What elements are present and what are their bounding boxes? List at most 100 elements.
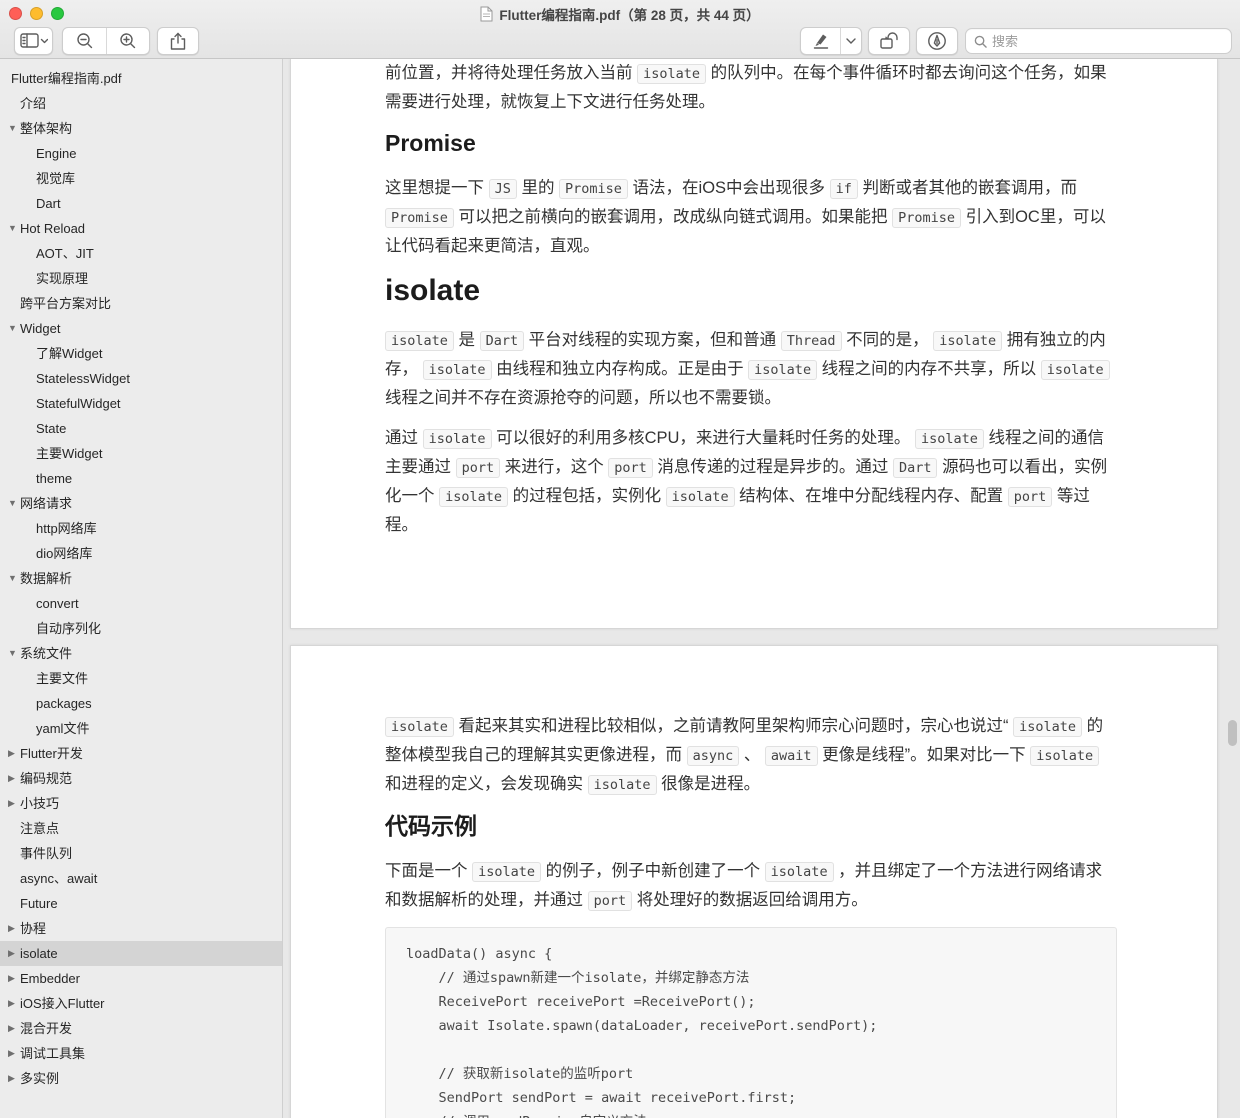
sidebar-item[interactable]: 跨平台方案对比 <box>0 291 282 316</box>
zoom-out-icon <box>76 33 92 49</box>
sidebar-item-label: iOS接入Flutter <box>20 996 105 1011</box>
sidebar-item[interactable]: ▶ 协程 <box>0 916 282 941</box>
sidebar-item[interactable]: ▶ 多实例 <box>0 1066 282 1091</box>
window-title-area: Flutter编程指南.pdf（第 28 页，共 44 页） <box>0 4 1240 24</box>
sidebar-item[interactable]: StatefulWidget <box>0 391 282 416</box>
disclosure-collapsed-icon[interactable]: ▶ <box>8 741 15 766</box>
disclosure-expanded-icon[interactable]: ▼ <box>8 216 17 241</box>
paragraph: 下面是一个 isolate 的例子，例子中新创建了一个 isolate ，并且绑… <box>385 862 1103 911</box>
window-chrome: Flutter编程指南.pdf（第 28 页，共 44 页） <box>0 0 1240 59</box>
section-heading: 代码示例 <box>385 813 477 839</box>
inline-code: Dart <box>479 331 525 351</box>
rotate-left-icon <box>880 31 898 49</box>
inline-code: isolate <box>1030 746 1100 766</box>
paragraph: 前位置，并将待处理任务放入当前 isolate 的队列中。在每个事件循环时都去询… <box>385 64 1107 111</box>
sidebar-item[interactable]: 注意点 <box>0 816 282 841</box>
sidebar-item[interactable]: AOT、JIT <box>0 241 282 266</box>
highlight-dropdown-button[interactable] <box>840 28 861 54</box>
sidebar-item[interactable]: ▼ 网络请求 <box>0 491 282 516</box>
code-block: loadData() async { // 通过spawn新建一个isolate… <box>385 927 1117 1118</box>
inline-code: JS <box>488 179 517 199</box>
chevron-down-icon <box>40 38 48 44</box>
sidebar-item[interactable]: ▶ 混合开发 <box>0 1016 282 1041</box>
zoom-in-button[interactable] <box>106 28 149 54</box>
inline-code: isolate <box>422 360 492 380</box>
sidebar-item[interactable]: Dart <box>0 191 282 216</box>
inline-code: port <box>587 891 633 911</box>
disclosure-collapsed-icon[interactable]: ▶ <box>8 766 15 791</box>
inline-code: isolate <box>1040 360 1110 380</box>
disclosure-expanded-icon[interactable]: ▼ <box>8 316 17 341</box>
sidebar-item[interactable]: ▶ iOS接入Flutter <box>0 991 282 1016</box>
disclosure-collapsed-icon[interactable]: ▶ <box>8 941 15 966</box>
inline-code: isolate <box>748 360 818 380</box>
sidebar-item[interactable]: theme <box>0 466 282 491</box>
window-title: Flutter编程指南.pdf（第 28 页，共 44 页） <box>499 8 760 23</box>
sidebar-item-selected[interactable]: ▶ isolate <box>0 941 282 966</box>
sidebar-item-label: theme <box>36 471 73 486</box>
sidebar-item[interactable]: http网络库 <box>0 516 282 541</box>
sidebar-item[interactable]: ▶ Flutter开发 <box>0 741 282 766</box>
sidebar-item-label: State <box>36 421 67 436</box>
sidebar-item-label: 自动序列化 <box>36 621 102 636</box>
rotate-left-button[interactable] <box>868 27 910 55</box>
sidebar-item-label: convert <box>36 596 79 611</box>
sidebar-item[interactable]: State <box>0 416 282 441</box>
highlight-button[interactable] <box>801 28 840 54</box>
sidebar-item[interactable]: yaml文件 <box>0 716 282 741</box>
sidebar-item[interactable]: ▶ 编码规范 <box>0 766 282 791</box>
sidebar-item[interactable]: ▶ Embedder <box>0 966 282 991</box>
sidebar-item[interactable]: 主要文件 <box>0 666 282 691</box>
disclosure-collapsed-icon[interactable]: ▶ <box>8 791 15 816</box>
sidebar-item-label: Engine <box>36 146 77 161</box>
sidebar-item[interactable]: 实现原理 <box>0 266 282 291</box>
disclosure-collapsed-icon[interactable]: ▶ <box>8 966 15 991</box>
sidebar-item[interactable]: ▼ Widget <box>0 316 282 341</box>
share-button[interactable] <box>157 27 199 55</box>
sidebar-item[interactable]: 事件队列 <box>0 841 282 866</box>
disclosure-collapsed-icon[interactable]: ▶ <box>8 991 15 1016</box>
disclosure-expanded-icon[interactable]: ▼ <box>8 641 17 666</box>
sidebar-item-label: 介绍 <box>20 96 47 111</box>
inline-code: port <box>1007 487 1053 507</box>
disclosure-expanded-icon[interactable]: ▼ <box>8 116 17 141</box>
sidebar-item[interactable]: Engine <box>0 141 282 166</box>
sidebar-item[interactable]: 自动序列化 <box>0 616 282 641</box>
search-field[interactable] <box>965 28 1232 54</box>
disclosure-collapsed-icon[interactable]: ▶ <box>8 1016 15 1041</box>
disclosure-expanded-icon[interactable]: ▼ <box>8 566 17 591</box>
disclosure-collapsed-icon[interactable]: ▶ <box>8 1066 15 1091</box>
sidebar-item[interactable]: Future <box>0 891 282 916</box>
sidebar-item[interactable]: 视觉库 <box>0 166 282 191</box>
sidebar-item[interactable]: dio网络库 <box>0 541 282 566</box>
sidebar-item[interactable]: convert <box>0 591 282 616</box>
sidebar-item[interactable]: Flutter编程指南.pdf <box>0 66 282 91</box>
sidebar-toggle-button[interactable] <box>14 27 53 55</box>
share-icon <box>170 32 186 50</box>
sidebar-item-label: StatelessWidget <box>36 371 130 386</box>
sidebar-item[interactable]: 主要Widget <box>0 441 282 466</box>
sidebar-item[interactable]: ▼ 数据解析 <box>0 566 282 591</box>
sidebar-item[interactable]: 介绍 <box>0 91 282 116</box>
sidebar-item[interactable]: ▶ 调试工具集 <box>0 1041 282 1066</box>
sidebar-item[interactable]: ▼ 系统文件 <box>0 641 282 666</box>
sidebar-item[interactable]: ▼ Hot Reload <box>0 216 282 241</box>
inline-code: if <box>829 179 858 199</box>
inline-code: port <box>608 458 653 478</box>
sidebar-item[interactable]: packages <box>0 691 282 716</box>
sidebar-item[interactable]: 了解Widget <box>0 341 282 366</box>
zoom-out-button[interactable] <box>63 28 106 54</box>
markup-button[interactable] <box>916 27 958 55</box>
disclosure-collapsed-icon[interactable]: ▶ <box>8 1041 15 1066</box>
disclosure-expanded-icon[interactable]: ▼ <box>8 491 17 516</box>
sidebar-item[interactable]: ▶ 小技巧 <box>0 791 282 816</box>
disclosure-collapsed-icon[interactable]: ▶ <box>8 916 15 941</box>
sidebar-item-label: Dart <box>36 196 61 211</box>
sidebar-item[interactable]: ▼ 整体架构 <box>0 116 282 141</box>
search-input[interactable] <box>992 33 1223 49</box>
paragraph: 这里想提一下 JS 里的 Promise 语法，在iOS中会出现很多 if 判断… <box>385 179 1106 255</box>
sidebar-item[interactable]: StatelessWidget <box>0 366 282 391</box>
sidebar-item[interactable]: async、await <box>0 866 282 891</box>
inline-code: isolate <box>439 487 508 507</box>
vertical-scrollbar-thumb[interactable] <box>1228 720 1237 746</box>
